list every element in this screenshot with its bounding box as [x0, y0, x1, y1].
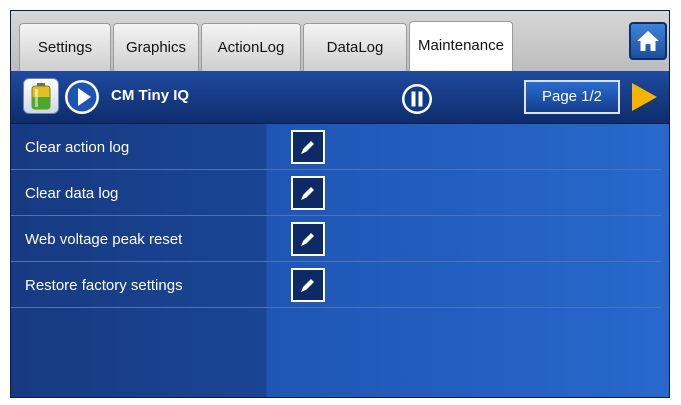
edit-icon	[301, 233, 314, 246]
pause-icon[interactable]	[401, 83, 433, 115]
edit-icon	[301, 279, 314, 292]
restore-factory-settings-button[interactable]	[291, 268, 325, 302]
tab-bar: Settings Graphics ActionLog DataLog Main…	[11, 11, 669, 71]
list-item-label: Restore factory settings	[25, 277, 183, 294]
tab-maintenance[interactable]: Maintenance	[409, 21, 513, 71]
tab-graphics[interactable]: Graphics	[113, 23, 199, 71]
list-item: Clear data log	[11, 170, 661, 216]
home-icon	[637, 31, 659, 51]
maintenance-list: Clear action log Clear data log Web volt…	[11, 124, 669, 397]
clear-data-log-button[interactable]	[291, 176, 325, 210]
device-name: CM Tiny IQ	[111, 87, 190, 104]
list-item-label: Web voltage peak reset	[25, 231, 183, 248]
list-item-label: Clear data log	[25, 185, 119, 202]
play-icon[interactable]	[63, 78, 101, 116]
system-status	[23, 78, 59, 114]
clear-action-log-button[interactable]	[291, 130, 325, 164]
edit-icon	[301, 141, 314, 154]
hmi-panel: Settings Graphics ActionLog DataLog Main…	[10, 10, 670, 398]
page-indicator-button[interactable]: Page 1/2	[524, 80, 620, 114]
list-item: Clear action log	[11, 124, 661, 170]
tab-settings[interactable]: Settings	[19, 23, 111, 71]
home-button[interactable]	[629, 22, 667, 60]
web-voltage-peak-reset-button[interactable]	[291, 222, 325, 256]
tab-actionlog[interactable]: ActionLog	[201, 23, 301, 71]
list-item: Restore factory settings	[11, 262, 661, 308]
title-bar: CM Tiny IQ Page 1/2	[11, 71, 669, 124]
list-item: Web voltage peak reset	[11, 216, 661, 262]
list-item-label: Clear action log	[25, 139, 130, 156]
arrow-right-icon[interactable]	[629, 81, 659, 113]
tab-datalog[interactable]: DataLog	[303, 23, 407, 71]
edit-icon	[301, 187, 314, 200]
battery-icon	[31, 83, 51, 110]
